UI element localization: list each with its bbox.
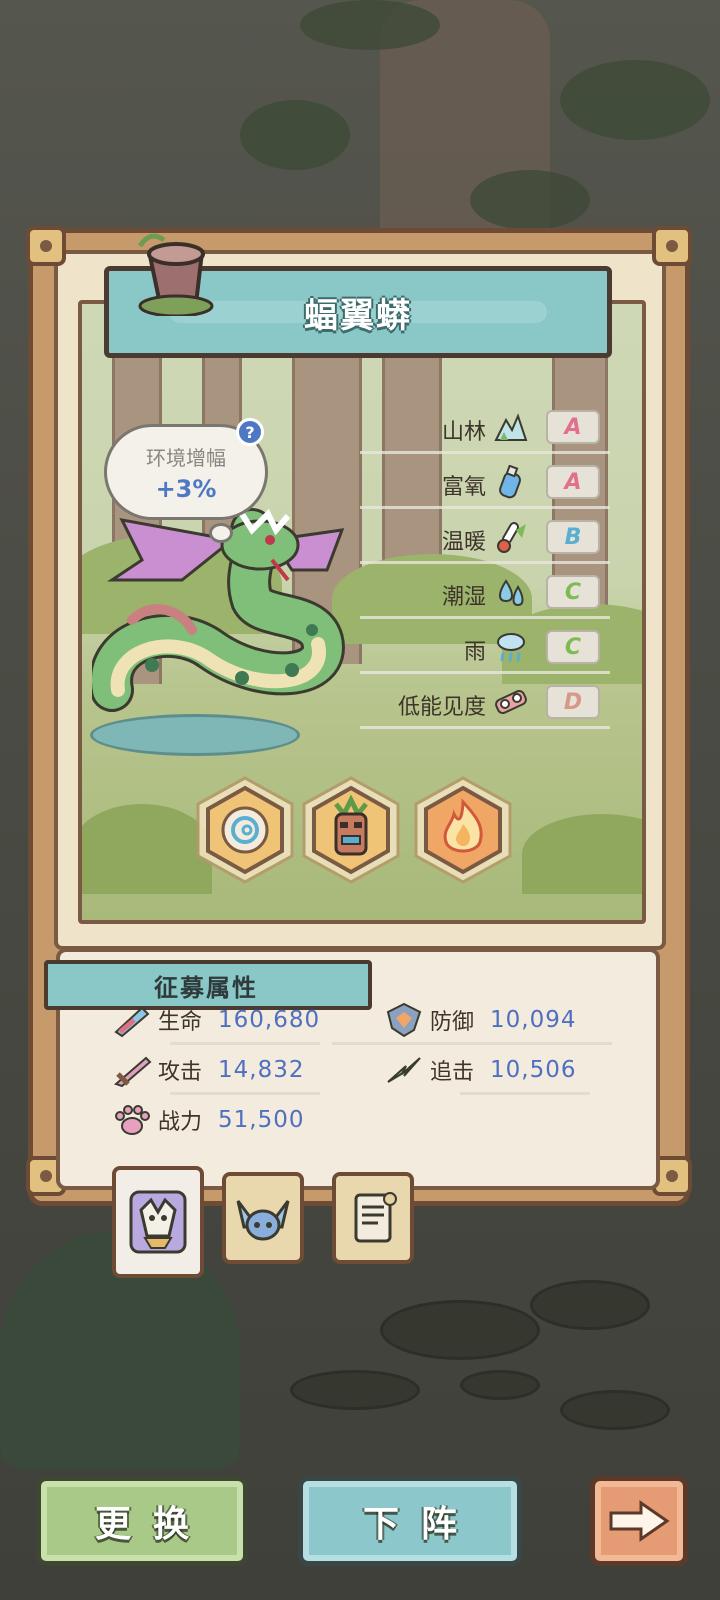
next-button[interactable] (590, 1476, 688, 1566)
background-stone (380, 1300, 540, 1360)
environment-grade: B (546, 520, 600, 554)
background-stone (460, 1370, 540, 1400)
swap-button[interactable]: 更换 (36, 1476, 248, 1566)
shield-icon (386, 1002, 422, 1038)
environment-grade: D (546, 685, 600, 719)
divider (460, 1092, 590, 1095)
stat-label: 追击 (430, 1060, 475, 1085)
withdraw-button[interactable]: 下阵 (298, 1476, 522, 1566)
withdraw-button-label: 下阵 (362, 1504, 479, 1545)
environment-grade: A (546, 410, 600, 444)
goggles-icon (495, 689, 527, 715)
recruit-stats-title: 征募属性 (154, 973, 258, 1002)
background-canopy (560, 60, 710, 140)
divider (170, 1042, 320, 1045)
stat-power: 战力 51,500 (112, 1100, 304, 1140)
stat-label: 防御 (430, 1010, 475, 1035)
stat-attack: 攻击 14,832 (112, 1050, 304, 1090)
creature-name: 蝠翼蟒 (304, 295, 412, 336)
tab-creature[interactable] (112, 1166, 204, 1278)
environment-row: 低能见度 D (360, 683, 610, 729)
divider (332, 1042, 612, 1045)
environment-grade: C (546, 575, 600, 609)
environment-name: 富氧 (441, 475, 486, 500)
environment-name: 山林 (441, 420, 486, 445)
water-drops-icon (499, 579, 524, 607)
arrow-right-icon (609, 1500, 670, 1542)
background-stone (530, 1280, 650, 1330)
environment-grade: A (546, 465, 600, 499)
tab-equipment[interactable] (222, 1172, 304, 1264)
swap-button-label: 更换 (94, 1504, 211, 1545)
spiral-coin-icon[interactable] (192, 774, 298, 886)
environment-bonus-value: +3% (155, 474, 217, 503)
background-canopy (240, 100, 350, 170)
stat-label: 攻击 (158, 1060, 203, 1085)
divider (170, 1092, 320, 1095)
thermometer-icon (497, 522, 526, 553)
stat-hp: 生命 160,680 (112, 1000, 320, 1040)
environment-name: 潮湿 (441, 585, 486, 610)
creature-portrait-icon (129, 1190, 187, 1254)
tab-info[interactable] (332, 1172, 414, 1264)
environment-row: 潮湿 C (360, 573, 610, 619)
mountain-forest-icon (494, 413, 528, 441)
scroll-icon (354, 1192, 397, 1243)
environment-row: 温暖 B (360, 518, 610, 564)
stat-value: 160,680 (218, 1007, 321, 1033)
card-corner (26, 226, 66, 266)
sword-icon (114, 1056, 152, 1088)
environment-grade: C (546, 630, 600, 664)
flame-icon[interactable] (410, 774, 516, 886)
stat-defense: 防御 10,094 (384, 1000, 576, 1040)
environment-row: 雨 C (360, 628, 610, 674)
tree-stump-icon (137, 233, 214, 316)
stat-value: 51,500 (218, 1107, 305, 1133)
background-stone (560, 1390, 670, 1430)
rain-cloud-icon (497, 633, 525, 662)
tribal-mask-icon[interactable] (298, 774, 404, 886)
environment-row: 山林 A (360, 408, 610, 454)
potion-icon (114, 1006, 150, 1038)
horned-helmet-icon (236, 1200, 290, 1241)
stat-label: 战力 (158, 1110, 203, 1135)
stat-pursuit: 追击 10,506 (384, 1050, 576, 1090)
stat-value: 10,094 (490, 1007, 577, 1033)
card-corner (652, 226, 692, 266)
background-stone (290, 1370, 420, 1410)
environment-name: 温暖 (441, 530, 486, 555)
background-canopy (300, 0, 440, 50)
pond (90, 714, 300, 756)
stat-value: 14,832 (218, 1057, 305, 1083)
environment-bonus-label: 环境增幅 (146, 445, 226, 470)
oxygen-bottle-icon (499, 465, 521, 499)
environment-name: 雨 (463, 640, 486, 665)
lightning-icon (387, 1057, 421, 1083)
question-icon[interactable]: ? (236, 418, 264, 446)
stat-label: 生命 (158, 1010, 203, 1035)
background-canopy (470, 170, 590, 230)
paw-icon (115, 1105, 150, 1135)
stat-value: 10,506 (490, 1057, 577, 1083)
environment-name: 低能见度 (397, 695, 486, 720)
environment-row: 富氧 A (360, 463, 610, 509)
